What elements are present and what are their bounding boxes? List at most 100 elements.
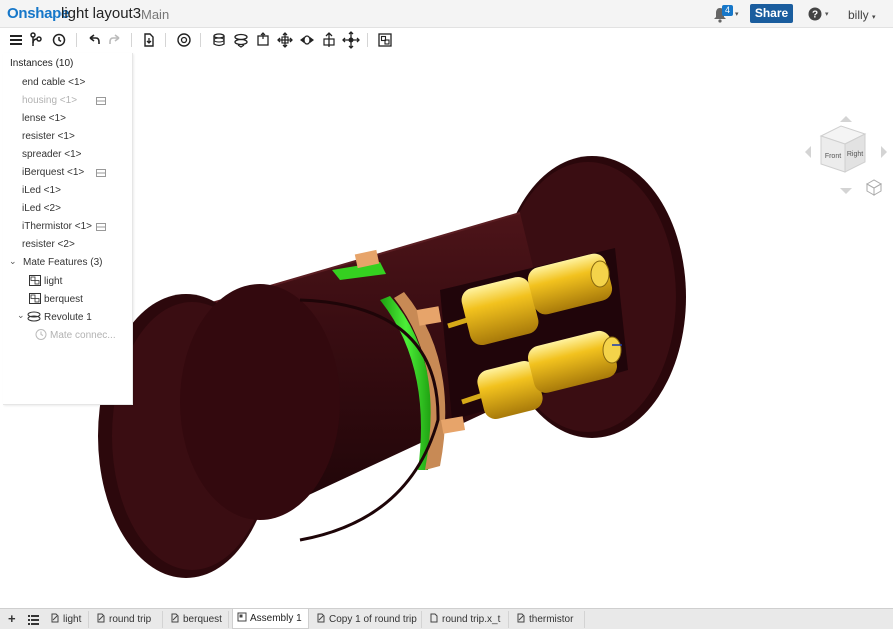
mate-connector-label: Mate connec... <box>50 330 116 341</box>
flexible-icon <box>96 97 106 105</box>
document-title[interactable]: light layout3 <box>61 5 141 22</box>
assembly-3d-model[interactable] <box>0 52 893 608</box>
redo-button[interactable] <box>106 31 124 49</box>
user-name: billy <box>848 8 869 22</box>
history-icon <box>52 33 66 47</box>
onshape-logo[interactable]: Onshape <box>7 5 69 22</box>
cylindrical-mate-button[interactable] <box>298 31 316 49</box>
branch-label[interactable]: Main <box>141 7 169 22</box>
tab-round-trip-xt[interactable]: round trip.x_t <box>425 611 509 628</box>
mate-connector-item[interactable]: Mate connec... <box>35 329 116 341</box>
help-menu[interactable]: ? ▾ <box>808 6 834 22</box>
instance-item[interactable]: spreader <1> <box>22 149 82 160</box>
view-cube-menu-icon[interactable] <box>865 179 883 196</box>
history-button[interactable] <box>50 31 68 49</box>
cylindrical-mate-icon <box>300 35 314 45</box>
mate-feature-label: light <box>44 276 63 287</box>
tab-label: round trip.x_t <box>442 614 501 625</box>
chevron-down-icon[interactable]: ⌄ <box>9 256 17 267</box>
toolbar <box>0 28 893 52</box>
tab-light[interactable]: light <box>46 611 89 628</box>
tab-list-icon[interactable] <box>28 615 39 625</box>
tab-assembly-1[interactable]: Assembly 1 <box>232 609 309 629</box>
instance-item[interactable]: iThermistor <1> <box>22 221 92 232</box>
mate-connector-icon <box>35 329 47 340</box>
instance-item[interactable]: lense <1> <box>22 113 66 124</box>
part-studio-icon <box>517 613 525 623</box>
revolute-mate-item[interactable]: Revolute 1 <box>27 311 92 323</box>
menu-icon <box>10 35 22 45</box>
revolute-mate-icon <box>27 311 41 322</box>
document-tab-bar: + light round trip berquest Assembly 1 C… <box>0 608 893 629</box>
chevron-down-icon[interactable]: ⌄ <box>17 310 25 321</box>
mate-features-folder[interactable]: Mate Features (3) <box>23 257 102 268</box>
toolbar-separator <box>200 33 201 47</box>
pin-slot-mate-button[interactable] <box>320 31 338 49</box>
revolute-mate-icon <box>234 33 248 48</box>
chevron-down-icon: ▾ <box>872 14 876 21</box>
mate-connector-button[interactable] <box>175 31 193 49</box>
instance-list-panel: Instances (10) end cable <1> housing <1>… <box>3 53 133 405</box>
view-cube-rotate-up-icon[interactable] <box>840 116 852 122</box>
tab-thermistor[interactable]: thermistor <box>512 611 585 628</box>
toolbar-separator <box>165 33 166 47</box>
instance-item[interactable]: end cable <1> <box>22 77 85 88</box>
menu-button[interactable] <box>7 31 25 49</box>
view-cube-right-label: Right <box>847 151 863 158</box>
instance-item[interactable]: resister <2> <box>22 239 75 250</box>
add-tab-button[interactable]: + <box>8 611 16 626</box>
ball-mate-button[interactable] <box>342 31 360 49</box>
pin-slot-mate-icon <box>323 32 335 47</box>
instance-item[interactable]: resister <1> <box>22 131 75 142</box>
undo-button[interactable] <box>85 31 103 49</box>
tab-label: Copy 1 of round trip <box>329 614 417 625</box>
instance-item[interactable]: iLed <1> <box>22 185 61 196</box>
group-icon <box>29 293 41 304</box>
tab-label: thermistor <box>529 614 574 625</box>
instance-item[interactable]: iBerquest <1> <box>22 167 84 178</box>
view-cube-rotate-right-icon[interactable] <box>881 146 887 158</box>
mate-feature-label: berquest <box>44 294 83 305</box>
view-cube-rotate-down-icon[interactable] <box>840 188 852 194</box>
part-studio-icon <box>97 613 105 623</box>
notifications-button[interactable]: 4 ▾ <box>713 5 741 24</box>
part-studio-icon <box>51 613 59 623</box>
revolute-mate-button[interactable] <box>232 31 250 49</box>
tab-berquest[interactable]: berquest <box>166 611 229 628</box>
tab-label: Assembly 1 <box>250 613 302 624</box>
view-cube-rotate-left-icon[interactable] <box>805 146 811 158</box>
chevron-down-icon: ▾ <box>825 11 829 18</box>
redo-icon <box>109 34 120 44</box>
share-button[interactable]: Share <box>750 4 793 23</box>
planar-mate-button[interactable] <box>276 31 294 49</box>
assembly-icon <box>237 612 247 622</box>
group-icon <box>29 275 41 286</box>
question-circle-icon: ? <box>808 7 822 21</box>
svg-text:?: ? <box>812 10 818 21</box>
user-menu[interactable]: billy ▾ <box>848 8 876 22</box>
fastened-mate-icon <box>213 33 225 47</box>
part-studio-icon <box>171 613 179 623</box>
tab-label: light <box>63 614 82 625</box>
view-cube[interactable]: Front Right <box>803 114 889 204</box>
graphics-viewport[interactable]: Front Right <box>0 52 893 608</box>
instance-item[interactable]: housing <1> <box>22 95 77 106</box>
front-flange[interactable] <box>98 284 340 578</box>
top-header: Onshape light layout3 Main 4 ▾ Share ? ▾… <box>0 0 893 28</box>
undo-icon <box>89 34 100 44</box>
mate-feature-item[interactable]: berquest <box>29 293 83 305</box>
insert-button[interactable] <box>140 31 158 49</box>
versions-button[interactable] <box>27 31 45 49</box>
tab-round-trip[interactable]: round trip <box>92 611 163 628</box>
instances-header[interactable]: Instances (10) <box>10 58 73 69</box>
part-studio-icon <box>317 613 325 623</box>
fastened-mate-button[interactable] <box>210 31 228 49</box>
revolute-mate-label: Revolute 1 <box>44 312 92 323</box>
mate-feature-item[interactable]: light <box>29 275 62 287</box>
tab-copy-1-of-round-trip[interactable]: Copy 1 of round trip <box>312 611 422 628</box>
instance-item[interactable]: iLed <2> <box>22 203 61 214</box>
chevron-down-icon: ▾ <box>735 11 739 18</box>
slider-mate-button[interactable] <box>254 31 272 49</box>
group-button[interactable] <box>376 31 394 49</box>
flexible-icon <box>96 223 106 231</box>
